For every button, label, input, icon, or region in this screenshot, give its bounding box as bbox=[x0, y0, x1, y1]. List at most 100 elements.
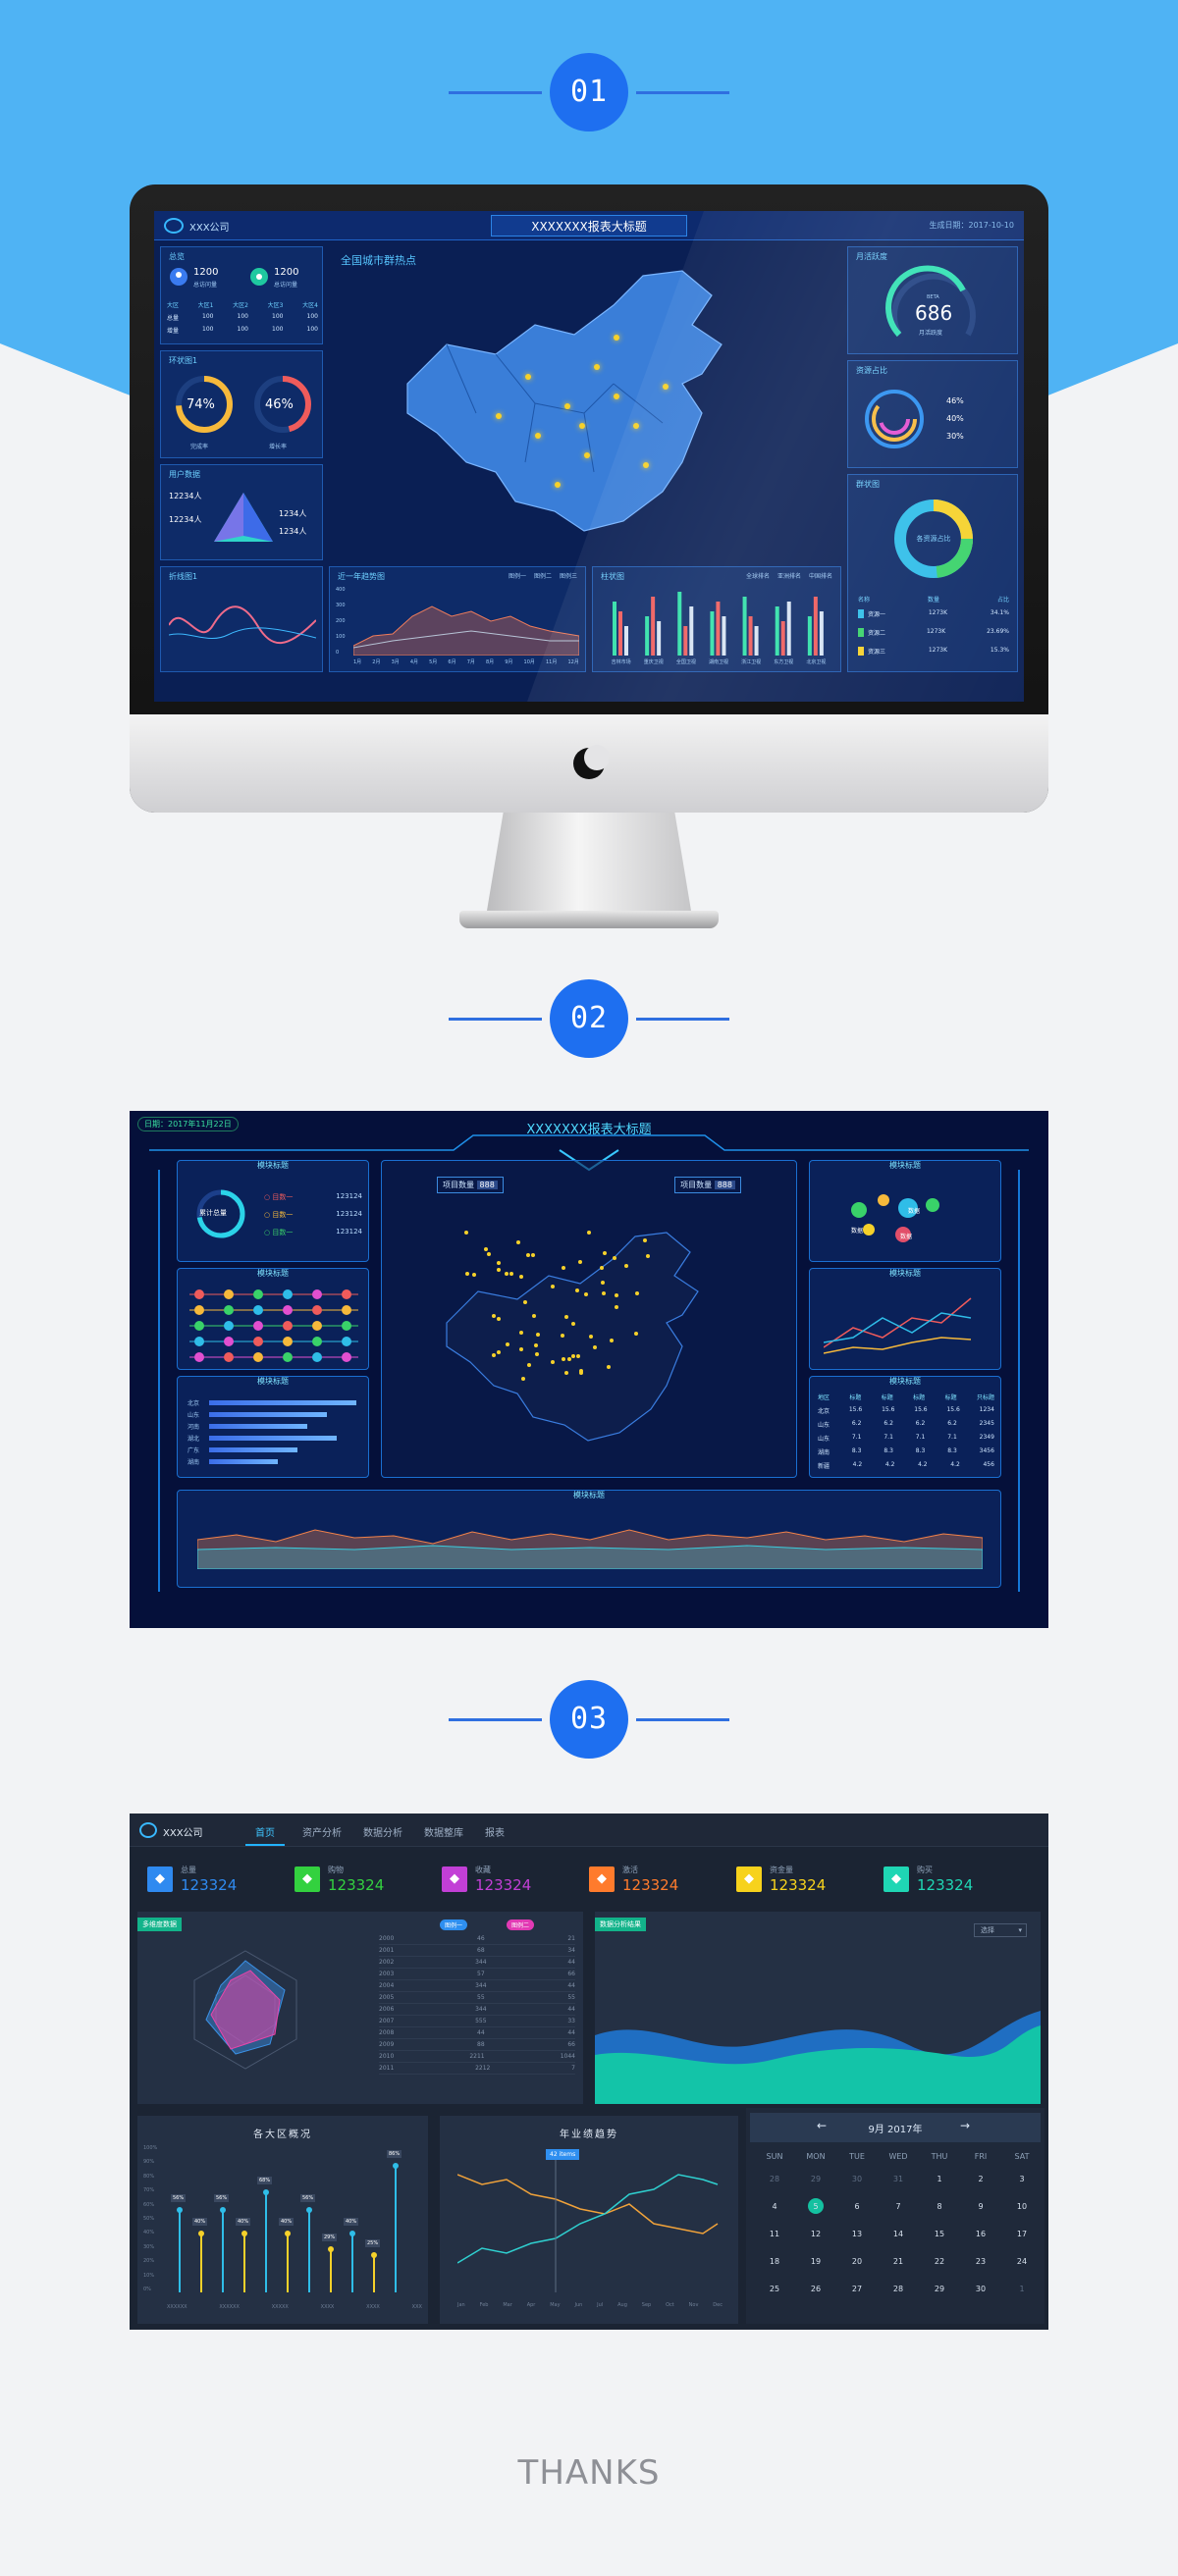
tab-home[interactable]: 首页 bbox=[255, 1824, 275, 1839]
calendar-day[interactable]: 21 bbox=[878, 2257, 919, 2266]
hotspot-dot bbox=[571, 1354, 575, 1358]
section-number: 02 bbox=[550, 979, 628, 1058]
table-cell: 100 bbox=[202, 326, 214, 333]
calendar-day[interactable]: 17 bbox=[1001, 2230, 1043, 2238]
hotspot-dot bbox=[571, 1322, 575, 1326]
calendar-next-button[interactable]: → bbox=[960, 2119, 970, 2132]
y-tick: 30% bbox=[143, 2243, 155, 2250]
bar bbox=[624, 626, 628, 656]
calendar-day[interactable]: 29 bbox=[919, 2285, 960, 2293]
range-select[interactable]: 选择 ▾ bbox=[974, 1923, 1027, 1937]
bubble-chart bbox=[851, 1194, 939, 1242]
hbar-label: 湖北 bbox=[187, 1435, 200, 1443]
calendar-day[interactable]: 1 bbox=[1001, 2285, 1043, 2293]
table-cell: 大区4 bbox=[302, 302, 318, 309]
calendar-day[interactable]: 28 bbox=[878, 2285, 919, 2293]
calendar-day[interactable]: 19 bbox=[795, 2257, 836, 2266]
y-tick: 0% bbox=[143, 2286, 151, 2292]
hotspot-dot bbox=[576, 1354, 580, 1358]
calendar-weekday: WED bbox=[888, 2152, 908, 2161]
panel-title: 模块标题 bbox=[889, 1269, 921, 1278]
calendar-day[interactable]: 4 bbox=[754, 2202, 795, 2211]
hotspot-dot bbox=[496, 413, 502, 419]
calendar-day[interactable]: 8 bbox=[919, 2202, 960, 2211]
stat-card: ◆ 收藏 123324 bbox=[442, 1863, 579, 1896]
calendar-day[interactable]: 24 bbox=[1001, 2257, 1043, 2266]
hotspot-dot bbox=[472, 1273, 476, 1277]
calendar-day[interactable]: 5 bbox=[795, 2202, 836, 2211]
hbar bbox=[209, 1458, 278, 1464]
calendar-day[interactable]: 30 bbox=[836, 2175, 878, 2183]
panel-title: 近一年趋势图 bbox=[338, 572, 385, 581]
calendar-day[interactable]: 13 bbox=[836, 2230, 878, 2238]
tab-data-warehouse[interactable]: 数据整库 bbox=[424, 1824, 463, 1839]
calendar-day[interactable]: 20 bbox=[836, 2257, 878, 2266]
table-cell: 1044 bbox=[560, 2053, 575, 2060]
gauge-center: 累计总量 bbox=[199, 1209, 227, 1217]
dot bbox=[342, 1305, 351, 1315]
calendar-day[interactable]: 6 bbox=[836, 2202, 878, 2211]
x-tick: XXX bbox=[411, 2304, 422, 2310]
hbar-label: 广东 bbox=[187, 1446, 200, 1454]
panel-title: 模块标题 bbox=[573, 1491, 605, 1499]
calendar-day[interactable]: 2 bbox=[960, 2175, 1001, 2183]
calendar-day[interactable]: 14 bbox=[878, 2230, 919, 2238]
calendar-day[interactable]: 26 bbox=[795, 2285, 836, 2293]
hotspot-dot bbox=[523, 1300, 527, 1304]
stat-icon: ◆ bbox=[294, 1866, 320, 1892]
overview-table: 大区 大区1 大区2 大区3 大区4 总量 100 100 100 100 增量 100 100 100 1… bbox=[167, 300, 318, 339]
hbar-row: 湖南 bbox=[187, 1455, 360, 1467]
x-tick: 8月 bbox=[485, 659, 495, 665]
calendar-day[interactable]: 15 bbox=[919, 2230, 960, 2238]
calendar-day[interactable]: 12 bbox=[795, 2230, 836, 2238]
calendar-day[interactable]: 25 bbox=[754, 2285, 795, 2293]
calendar-day[interactable]: 9 bbox=[960, 2202, 1001, 2211]
calendar-day[interactable]: 23 bbox=[960, 2257, 1001, 2266]
calendar-day[interactable]: 27 bbox=[836, 2285, 878, 2293]
calendar-day[interactable]: 7 bbox=[878, 2202, 919, 2211]
china-map-dark bbox=[446, 1232, 699, 1442]
x-tick: 北京卫视 bbox=[806, 659, 827, 665]
table-cell: 66 bbox=[567, 2041, 575, 2048]
calendar-day[interactable]: 30 bbox=[960, 2285, 1001, 2293]
bar bbox=[613, 602, 616, 656]
table-cell: 6.2 bbox=[947, 1420, 957, 1427]
table-cell: 100 bbox=[306, 326, 318, 333]
calendar-day[interactable]: 29 bbox=[795, 2175, 836, 2183]
dot bbox=[194, 1289, 204, 1299]
horizontal-bar-chart: 北京 山东 河南 湖北 广东 湖南 bbox=[187, 1396, 360, 1467]
dot bbox=[342, 1352, 351, 1362]
calendar-day[interactable]: 22 bbox=[919, 2257, 960, 2266]
calendar-day[interactable]: 10 bbox=[1001, 2202, 1043, 2211]
lollipop-label: 40% bbox=[344, 2218, 359, 2226]
stat-label: 总量 bbox=[181, 1866, 196, 1874]
calendar-day[interactable]: 28 bbox=[754, 2175, 795, 2183]
tab-data-analysis[interactable]: 数据分析 bbox=[363, 1824, 402, 1839]
table-cell: 88 bbox=[477, 2041, 485, 2048]
calendar-weekday: FRI bbox=[974, 2152, 988, 2161]
header-line bbox=[449, 1718, 542, 1721]
calendar-day[interactable]: 1 bbox=[919, 2175, 960, 2183]
table-cell: 456 bbox=[983, 1461, 994, 1468]
company-name: XXX公司 bbox=[189, 223, 230, 234]
table-cell: 6.2 bbox=[884, 1420, 893, 1427]
hotspot-dot bbox=[561, 1334, 564, 1338]
calendar-day[interactable]: 18 bbox=[754, 2257, 795, 2266]
bar bbox=[813, 597, 818, 656]
hotspot-dot bbox=[497, 1317, 501, 1321]
calendar-day[interactable]: 3 bbox=[1001, 2175, 1043, 2183]
tab-asset-analysis[interactable]: 资产分析 bbox=[302, 1824, 342, 1839]
bar bbox=[689, 606, 694, 656]
dot bbox=[194, 1337, 204, 1346]
calendar-day[interactable]: 11 bbox=[754, 2230, 795, 2238]
tab-reports[interactable]: 报表 bbox=[485, 1824, 505, 1839]
table-header: 地区 标题 标题 标题 标题 只标题 bbox=[818, 1393, 994, 1401]
calendar-day[interactable]: 16 bbox=[960, 2230, 1001, 2238]
x-tick: 3月 bbox=[391, 659, 400, 665]
lollipop-head bbox=[371, 2252, 377, 2258]
wave-area-chart bbox=[595, 2011, 1041, 2104]
calendar-day[interactable]: 31 bbox=[878, 2175, 919, 2183]
hbar-label: 山东 bbox=[187, 1411, 200, 1419]
y-tick: 80% bbox=[143, 2173, 155, 2180]
hotspot-dot bbox=[587, 1231, 591, 1235]
